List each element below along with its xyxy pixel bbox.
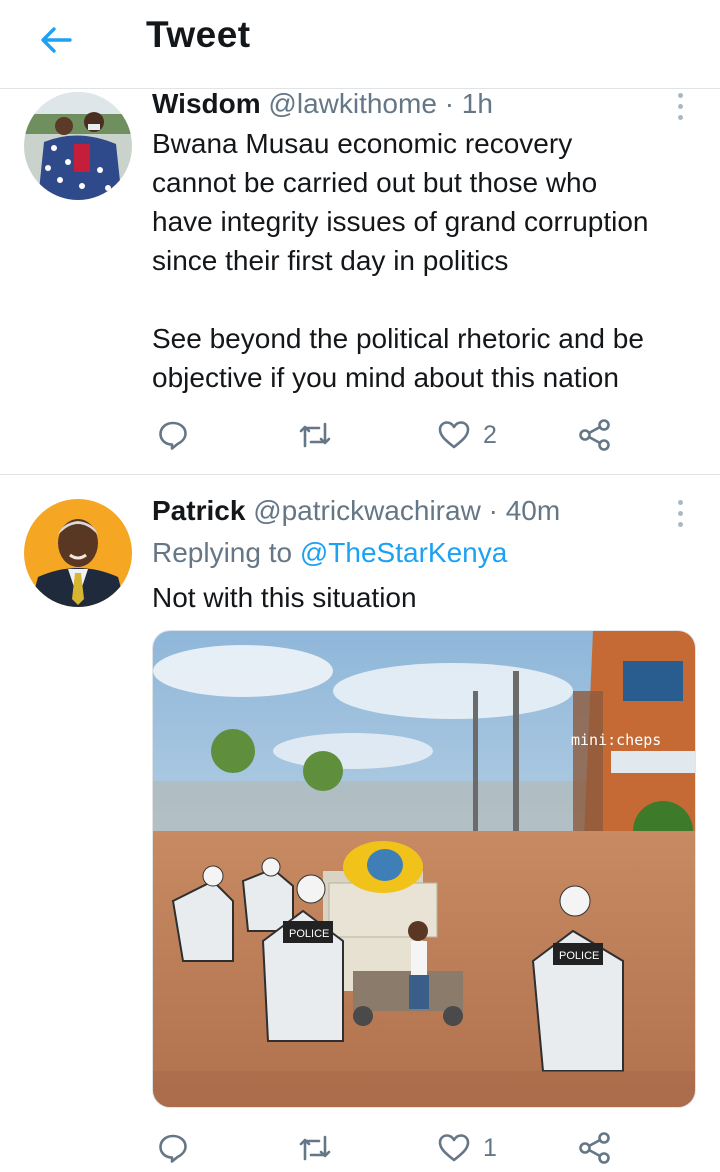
tweet-media-image[interactable]: POLICE POLICE mini:cheps — [152, 630, 696, 1108]
tweet-line: Bwana Musau economic recovery — [152, 128, 573, 159]
tweet-line: have integrity issues of grand corruptio… — [152, 206, 649, 237]
tweet-time: 1h — [461, 88, 493, 119]
share-icon — [579, 1132, 610, 1164]
share-button[interactable] — [578, 1126, 612, 1170]
retweet-icon — [299, 422, 331, 448]
tweet-meta: Patrick @patrickwachiraw · 40m — [152, 495, 560, 527]
share-icon — [579, 419, 610, 451]
like-button[interactable]: 1 — [437, 1126, 497, 1170]
tweet-line: since their first day in politics — [152, 245, 509, 276]
retweet-icon — [299, 1135, 331, 1161]
author-handle: @patrickwachiraw — [253, 495, 481, 526]
retweet-button[interactable] — [297, 413, 333, 457]
more-icon[interactable] — [668, 90, 692, 124]
like-icon — [438, 1134, 470, 1162]
tweet-wisdom[interactable]: Wisdom @lawkithome · 1h Bwana Musau econ… — [0, 88, 720, 474]
police-sign: POLICE — [289, 928, 329, 940]
tweet-line: See beyond the political rhetoric and be — [152, 323, 644, 354]
author-handle: @lawkithome — [268, 88, 437, 119]
tweet-text: Not with this situation — [152, 582, 417, 613]
like-icon — [438, 421, 470, 449]
page-title: Tweet — [146, 14, 251, 55]
reply-icon — [159, 421, 187, 450]
replying-to-link[interactable]: @TheStarKenya — [300, 537, 507, 568]
back-arrow-icon[interactable] — [34, 18, 78, 62]
avatar[interactable] — [24, 499, 132, 607]
replying-to: Replying to @TheStarKenya — [152, 537, 507, 569]
reply-button[interactable] — [157, 413, 189, 457]
police-sign: POLICE — [559, 950, 599, 962]
watermark-text: mini:cheps — [571, 731, 661, 749]
tweet-time: 40m — [505, 495, 561, 526]
tweet-actions: 1 — [0, 1126, 720, 1170]
tweet-meta: Wisdom @lawkithome · 1h — [152, 88, 493, 120]
tweet-line: objective if you mind about this nation — [152, 362, 619, 393]
tweet-line: cannot be carried out but those who — [152, 167, 598, 198]
tweet-text: Bwana Musau economic recovery cannot be … — [152, 124, 702, 397]
retweet-button[interactable] — [297, 1126, 333, 1170]
author-name[interactable]: Wisdom — [152, 88, 261, 119]
like-count: 2 — [483, 420, 497, 449]
avatar[interactable] — [24, 92, 132, 200]
meta-separator: · — [488, 495, 498, 526]
author-name[interactable]: Patrick — [152, 495, 245, 526]
tweet-line — [152, 280, 702, 319]
reply-button[interactable] — [157, 1126, 189, 1170]
more-icon[interactable] — [668, 497, 692, 531]
top-app-bar: Tweet — [0, 0, 720, 89]
like-button[interactable]: 2 — [437, 413, 497, 457]
like-count: 1 — [483, 1133, 497, 1162]
meta-separator: · — [444, 88, 455, 119]
replying-prefix: Replying to — [152, 537, 293, 568]
share-button[interactable] — [578, 413, 612, 457]
reply-icon — [159, 1134, 187, 1163]
tweet-actions: 2 — [0, 413, 720, 457]
